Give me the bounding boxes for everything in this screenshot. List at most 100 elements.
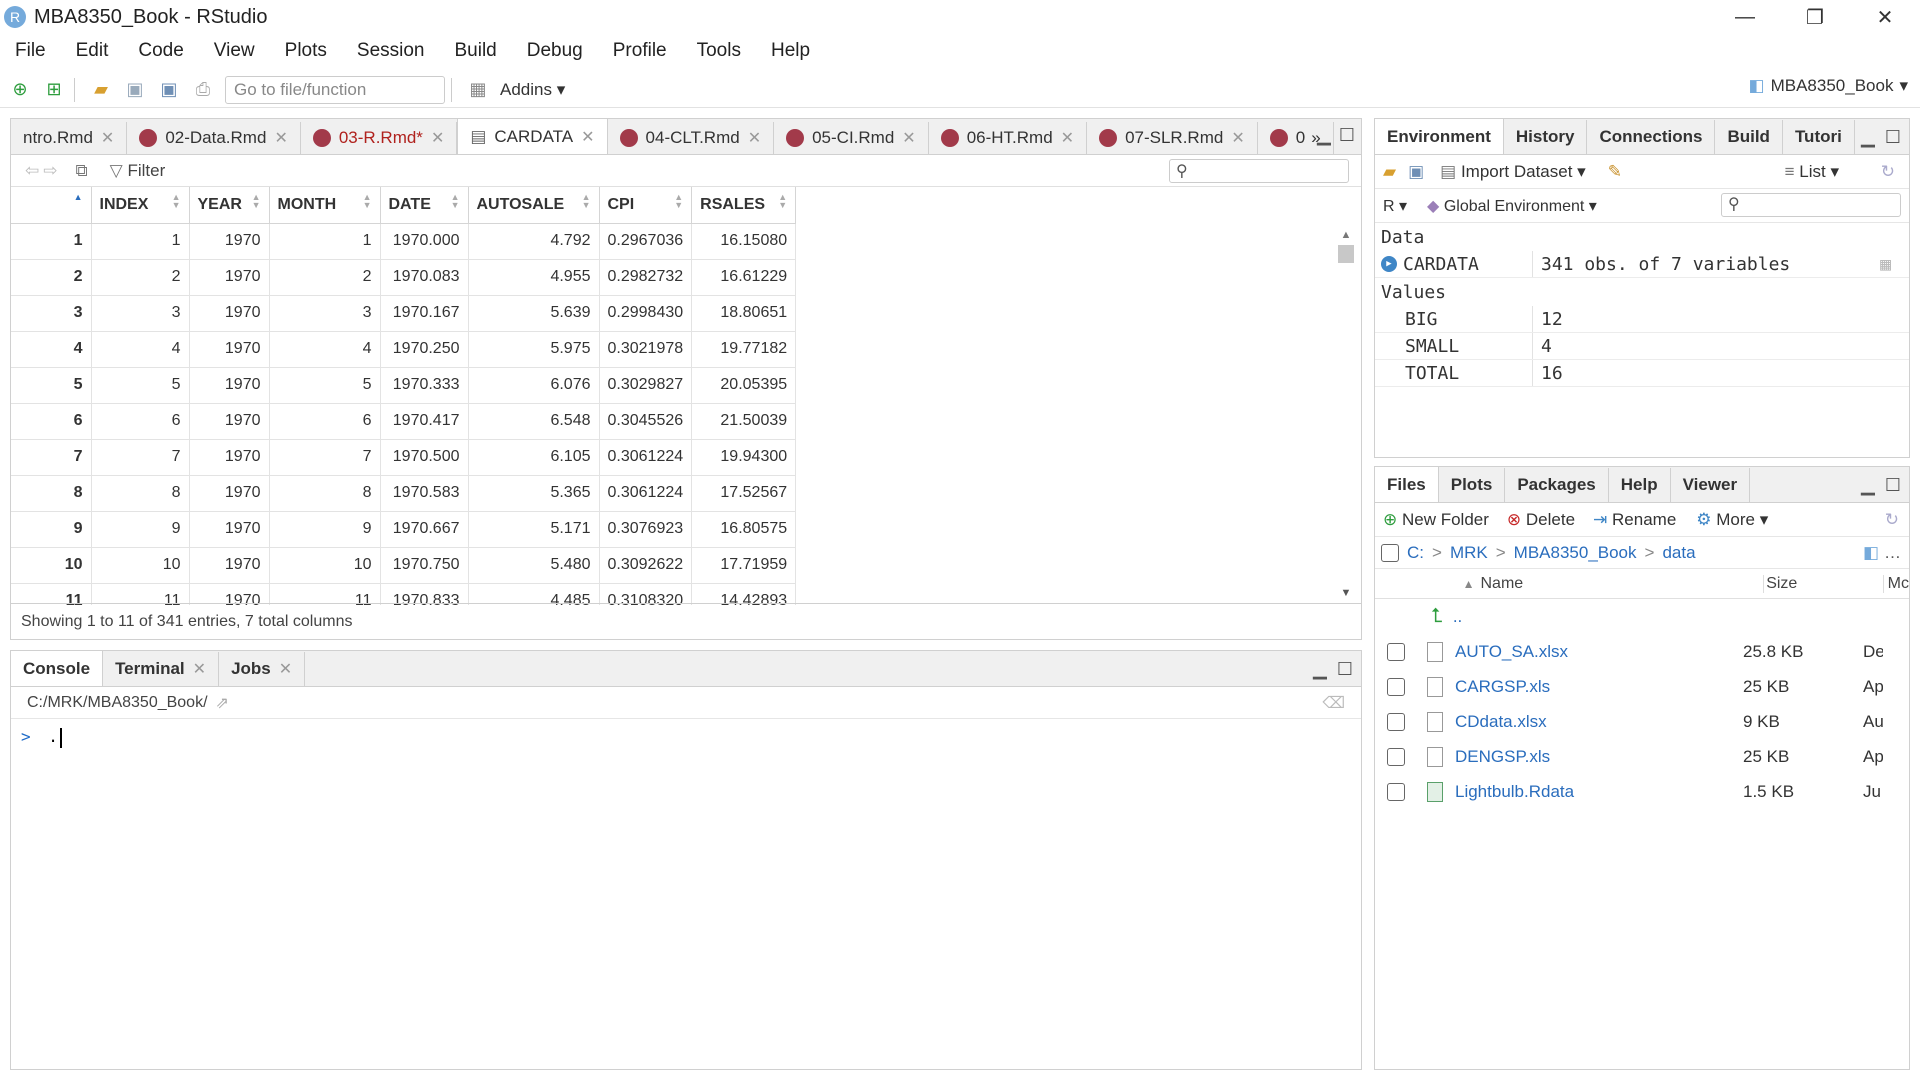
breadcrumb-item[interactable]: MRK: [1450, 543, 1488, 563]
project-icon[interactable]: ◧: [1863, 543, 1879, 563]
table-row[interactable]: 7 7 1970 7 1970.500 6.105 0.3061224 19.94300: [11, 439, 797, 476]
tab-cardata[interactable]: ▤ CARDATA ✕: [457, 119, 608, 154]
file-row[interactable]: Lightbulb.Rdata 1.5 KB Ju: [1375, 774, 1909, 809]
more-button[interactable]: ⚙ More ▾: [1696, 510, 1768, 530]
grid-layout-icon[interactable]: ▦: [464, 76, 492, 104]
table-row[interactable]: 2 2 1970 2 1970.083 4.955 0.2982732 16.61229: [11, 259, 797, 296]
column-header-date[interactable]: DATE ▲ ▼: [380, 187, 469, 224]
tab-files[interactable]: Files: [1375, 467, 1439, 502]
close-icon[interactable]: ✕: [431, 128, 444, 148]
tab-history[interactable]: History: [1504, 120, 1588, 154]
menu-session[interactable]: Session: [342, 40, 440, 62]
maximize-pane-icon[interactable]: ☐: [1337, 659, 1353, 680]
tab-viewer[interactable]: Viewer: [1671, 468, 1751, 502]
menu-build[interactable]: Build: [440, 40, 512, 62]
file-name[interactable]: AUTO_SA.xlsx: [1443, 642, 1743, 662]
table-row[interactable]: 11 11 1970 11 1970.833 4.485 0.3108320 14.42893: [11, 583, 797, 605]
tab-plots[interactable]: Plots: [1439, 468, 1506, 502]
table-row[interactable]: 8 8 1970 8 1970.583 5.365 0.3061224 17.52567: [11, 475, 797, 512]
column-header-name[interactable]: Name: [1474, 575, 1763, 593]
save-workspace-icon[interactable]: ▣: [1408, 162, 1424, 182]
refresh-icon[interactable]: ↻: [1881, 162, 1895, 182]
menu-tools[interactable]: Tools: [682, 40, 756, 62]
broom-icon[interactable]: ✎: [1608, 162, 1622, 182]
new-file-icon[interactable]: ⊕: [6, 76, 34, 104]
close-icon[interactable]: ✕: [1061, 128, 1074, 148]
breadcrumb-item[interactable]: data: [1662, 543, 1695, 563]
more-options-icon[interactable]: …: [1884, 543, 1901, 563]
table-row[interactable]: 1 1 1970 1 1970.000 4.792 0.2967036 16.15080: [11, 223, 797, 260]
minimize-pane-icon[interactable]: ▁: [1861, 475, 1875, 496]
column-header-rownum[interactable]: ▲: [11, 187, 92, 224]
tab-tutorial[interactable]: Tutori: [1783, 120, 1855, 154]
go-to-file-input[interactable]: Go to file/function: [225, 75, 445, 104]
menu-profile[interactable]: Profile: [598, 40, 682, 62]
close-button[interactable]: ✕: [1850, 0, 1920, 34]
tab-jobs[interactable]: Jobs ✕: [219, 652, 306, 686]
load-workspace-icon[interactable]: ▰: [1383, 162, 1396, 182]
column-header-cpi[interactable]: CPI ▲ ▼: [599, 187, 693, 224]
column-header-month[interactable]: MONTH ▲ ▼: [269, 187, 381, 224]
forward-icon[interactable]: ⇨: [43, 161, 57, 181]
tab-intro[interactable]: ntro.Rmd ✕: [11, 122, 128, 154]
vertical-scrollbar[interactable]: ▲ ▼: [1337, 229, 1355, 599]
tab-05-ci[interactable]: 05-CI.Rmd ✕: [774, 122, 929, 154]
close-icon[interactable]: ✕: [1231, 128, 1244, 148]
close-icon[interactable]: ✕: [748, 128, 761, 148]
environment-search-input[interactable]: ⚲: [1721, 193, 1901, 217]
column-header-modified[interactable]: Mc: [1882, 574, 1909, 593]
open-file-icon[interactable]: ▰: [87, 76, 115, 104]
restore-button[interactable]: ❐: [1780, 0, 1850, 34]
popout-icon[interactable]: ⧉: [76, 161, 88, 181]
table-row[interactable]: 3 3 1970 3 1970.167 5.639 0.2998430 18.80651: [11, 295, 797, 332]
env-value-row[interactable]: BIG 12: [1375, 306, 1909, 333]
file-name[interactable]: Lightbulb.Rdata: [1443, 782, 1743, 802]
rename-button[interactable]: ⇥ Rename: [1593, 510, 1676, 530]
back-icon[interactable]: ⇦: [25, 161, 39, 181]
language-select[interactable]: R ▾: [1383, 196, 1407, 216]
maximize-pane-icon[interactable]: ☐: [1339, 125, 1355, 146]
parent-directory-row[interactable]: ⮤ ..: [1375, 599, 1909, 634]
column-header-year[interactable]: YEAR ▲ ▼: [189, 187, 270, 224]
file-row[interactable]: AUTO_SA.xlsx 25.8 KB De: [1375, 634, 1909, 669]
save-all-icon[interactable]: ▣: [155, 76, 183, 104]
new-folder-button[interactable]: ⊕ New Folder: [1383, 510, 1489, 530]
tab-02-data[interactable]: 02-Data.Rmd ✕: [127, 122, 301, 154]
expand-icon[interactable]: ▶: [1381, 256, 1397, 272]
breadcrumb-item[interactable]: C:: [1407, 543, 1424, 563]
scroll-up-icon[interactable]: ▲: [1337, 229, 1355, 241]
file-checkbox[interactable]: [1387, 747, 1405, 766]
menu-view[interactable]: View: [199, 40, 270, 62]
minimize-button[interactable]: —: [1710, 0, 1780, 34]
maximize-pane-icon[interactable]: ☐: [1885, 127, 1901, 148]
file-name[interactable]: CARGSP.xls: [1443, 677, 1743, 697]
clear-console-icon[interactable]: ⌫: [1322, 693, 1345, 713]
view-table-icon[interactable]: ▦: [1880, 254, 1891, 275]
tab-06-ht[interactable]: 06-HT.Rmd ✕: [929, 122, 1088, 154]
save-icon[interactable]: ▣: [121, 76, 149, 104]
data-search-input[interactable]: ⚲: [1169, 159, 1349, 183]
minimize-pane-icon[interactable]: ▁: [1861, 127, 1875, 148]
file-checkbox[interactable]: [1387, 712, 1405, 731]
filter-button[interactable]: ▽ Filter: [110, 161, 166, 181]
scroll-down-icon[interactable]: ▼: [1337, 587, 1355, 599]
tab-console[interactable]: Console: [11, 651, 104, 686]
breadcrumb-item[interactable]: MBA8350_Book: [1514, 543, 1637, 563]
close-icon[interactable]: ✕: [193, 659, 206, 679]
tab-environment[interactable]: Environment: [1375, 119, 1504, 154]
scroll-thumb[interactable]: [1338, 245, 1354, 263]
close-icon[interactable]: ✕: [279, 659, 292, 679]
table-row[interactable]: 6 6 1970 6 1970.417 6.548 0.3045526 21.50039: [11, 403, 797, 440]
column-header-rsales[interactable]: RSALES ▲ ▼: [691, 187, 797, 224]
table-row[interactable]: 4 4 1970 4 1970.250 5.975 0.3021978 19.77182: [11, 331, 797, 368]
column-header-size[interactable]: Size: [1763, 574, 1882, 593]
table-row[interactable]: 9 9 1970 9 1970.667 5.171 0.3076923 16.80575: [11, 511, 797, 548]
menu-plots[interactable]: Plots: [270, 40, 342, 62]
select-all-checkbox[interactable]: [1381, 543, 1399, 562]
file-checkbox[interactable]: [1387, 642, 1405, 661]
new-project-icon[interactable]: ⊞: [40, 76, 68, 104]
menu-code[interactable]: Code: [123, 40, 198, 62]
console-input-line[interactable]: > .: [11, 719, 1361, 756]
env-value-row[interactable]: SMALL 4: [1375, 333, 1909, 360]
file-name[interactable]: DENGSP.xls: [1443, 747, 1743, 767]
